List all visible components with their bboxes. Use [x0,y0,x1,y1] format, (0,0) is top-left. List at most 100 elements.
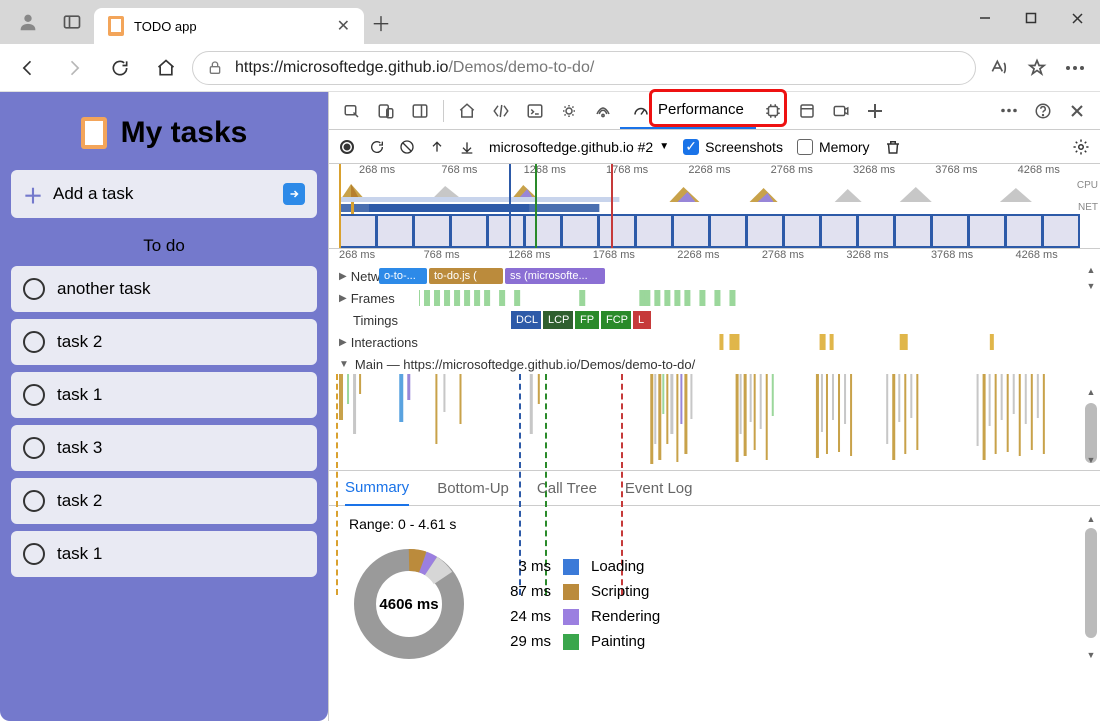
home-button[interactable] [146,44,186,92]
download-button[interactable] [459,139,475,155]
legend-item: 29 msPainting [495,633,660,650]
memory-checkbox[interactable]: Memory [797,139,870,155]
overview-ticks: 268 ms768 ms1268 ms1768 ms2268 ms2768 ms… [329,164,1100,180]
performance-tab[interactable]: Performance [620,93,756,129]
window-titlebar: TODO app ✕ ＋ [0,0,1100,44]
close-window-button[interactable] [1054,0,1100,36]
row-network[interactable]: ▶Network o-to-... to-do.js ( ss (microso… [329,265,1100,287]
reload-button[interactable] [100,44,140,92]
minimize-button[interactable] [962,0,1008,36]
device-toggle-icon[interactable] [369,92,403,130]
lock-icon [207,60,223,76]
summary-panel: Range: 0 - 4.61 s 4606 ms 3 msLoading 87… [329,506,1100,674]
new-tab-button[interactable]: ＋ [364,0,398,44]
performance-icon [632,101,650,119]
checkbox-icon[interactable] [23,331,45,353]
profile-icon[interactable] [6,0,50,44]
favicon-icon [108,16,124,36]
welcome-tab-icon[interactable] [450,92,484,130]
record-button[interactable] [339,139,355,155]
devtools-tabstrip: Performance [329,92,1100,130]
row-frames[interactable]: ▶Frames [329,287,1100,309]
help-icon[interactable] [1026,92,1060,130]
screenshots-filmstrip[interactable] [339,214,1080,248]
target-dropdown[interactable]: microsoftedge.github.io #2▼ [489,139,669,155]
menu-icon[interactable] [1058,51,1092,85]
close-tab-icon[interactable]: ✕ [337,16,350,36]
net-chip[interactable]: to-do.js ( [429,268,503,284]
checkbox-icon[interactable] [23,278,45,300]
task-item[interactable]: another task [11,266,317,312]
elements-tab-icon[interactable] [484,92,518,130]
plus-icon: ＋ [23,180,43,209]
task-item[interactable]: task 2 [11,478,317,524]
timing-dcl[interactable]: DCL [511,311,541,329]
devtools-more-icon[interactable] [992,92,1026,130]
summary-legend: 3 msLoading 87 msScripting 24 msRenderin… [495,558,660,650]
settings-gear-icon[interactable] [1072,138,1090,156]
row-timings[interactable]: Timings DCL LCP FP FCP L [329,309,1100,331]
network-tab-icon[interactable] [586,92,620,130]
checkbox-icon[interactable] [23,490,45,512]
row-main-header[interactable]: ▼Main — https://microsoftedge.github.io/… [329,353,1100,374]
application-tab-icon[interactable] [790,92,824,130]
net-chip[interactable]: ss (microsofte... [505,268,605,284]
checkbox-icon[interactable] [23,543,45,565]
upload-button[interactable] [429,139,445,155]
performance-toolbar: microsoftedge.github.io #2▼ ✓Screenshots… [329,130,1100,164]
page-title: My tasks [7,116,321,150]
overview-net: NET [339,202,1080,214]
legend-item: 87 msScripting [495,583,660,600]
memory-tab-icon[interactable] [756,92,790,130]
task-item[interactable]: task 1 [11,531,317,577]
forward-button [54,44,94,92]
gc-button[interactable] [884,138,902,156]
reload-profile-button[interactable] [369,139,385,155]
overview-panel[interactable]: 268 ms768 ms1268 ms1768 ms2268 ms2768 ms… [329,164,1100,249]
net-chip[interactable]: o-to-... [379,268,427,284]
legend-item: 24 msRendering [495,608,660,625]
summary-scrollbar[interactable]: ▲ ▼ [1085,512,1097,662]
task-item[interactable]: task 3 [11,425,317,471]
timing-lcp[interactable]: LCP [543,311,573,329]
clipboard-icon [81,117,107,149]
row-interactions[interactable]: ▶Interactions [329,331,1100,353]
add-task-input[interactable]: ＋Add a task [11,170,317,218]
favorite-icon[interactable] [1020,51,1054,85]
devtools-panel: Performance microsoftedge.github.io #2▼ … [328,92,1100,721]
task-list: another task task 2 task 1 task 3 task 2… [7,266,321,577]
flame-vertical-scrollbar[interactable]: ▲ ▼ ▲ ▼ [1085,265,1097,465]
close-devtools-icon[interactable] [1060,92,1094,130]
dock-side-icon[interactable] [403,92,437,130]
range-label: Range: 0 - 4.61 s [349,516,1080,532]
overview-cpu: CPU [339,180,1080,202]
submit-task-button[interactable] [283,183,305,205]
url-host: https://microsoftedge.github.io [235,59,448,76]
clear-button[interactable] [399,139,415,155]
summary-donut-chart: 4606 ms [349,544,469,664]
read-aloud-icon[interactable] [982,51,1016,85]
task-item[interactable]: task 1 [11,372,317,418]
inspect-element-icon[interactable] [335,92,369,130]
flame-chart[interactable]: 268 ms768 ms1268 ms1768 ms2268 ms2768 ms… [329,249,1100,470]
url-path: /Demos/demo-to-do/ [448,59,594,76]
timing-fp[interactable]: FP [575,311,599,329]
legend-item: 3 msLoading [495,558,660,575]
more-tabs-icon[interactable] [858,92,892,130]
workspaces-icon[interactable] [50,0,94,44]
checkbox-icon[interactable] [23,437,45,459]
back-button[interactable] [8,44,48,92]
timing-load[interactable]: L [633,311,651,329]
address-bar: https://microsoftedge.github.io/Demos/de… [0,44,1100,92]
timing-fcp[interactable]: FCP [601,311,631,329]
checkbox-icon[interactable] [23,384,45,406]
url-input[interactable]: https://microsoftedge.github.io/Demos/de… [192,51,976,85]
maximize-button[interactable] [1008,0,1054,36]
sources-tab-icon[interactable] [552,92,586,130]
task-item[interactable]: task 2 [11,319,317,365]
browser-tab[interactable]: TODO app ✕ [94,8,364,44]
screenshots-checkbox[interactable]: ✓Screenshots [683,139,783,155]
media-tab-icon[interactable] [824,92,858,130]
todo-heading: To do [7,236,321,256]
console-tab-icon[interactable] [518,92,552,130]
